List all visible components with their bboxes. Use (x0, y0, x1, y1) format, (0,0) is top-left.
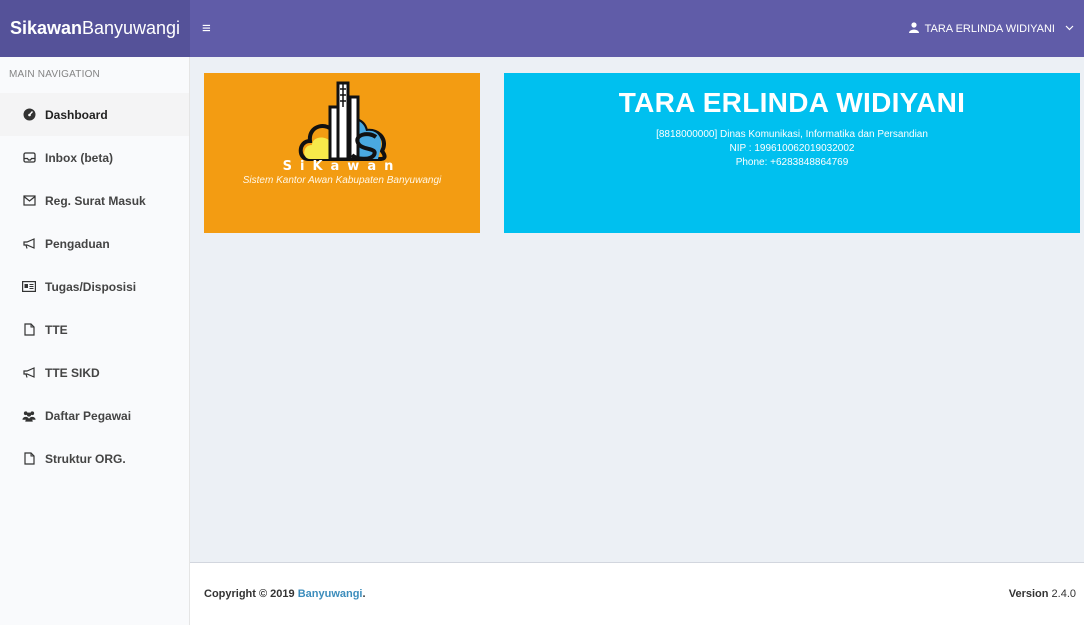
sidebar-item-label: Daftar Pegawai (45, 408, 132, 423)
sidebar-item-tugas-disposisi[interactable]: Tugas/Disposisi (0, 265, 189, 308)
sidebar-item-label: Struktur ORG. (45, 451, 126, 466)
version-info: Version 2.4.0 (1009, 588, 1076, 600)
sidebar-item-label: Dashboard (45, 107, 108, 122)
app-logo-rest: Banyuwangi (81, 18, 181, 38)
app-logo[interactable]: Sikawan Banyuwangi (0, 0, 190, 57)
sidebar-item-pengaduan[interactable]: Pengaduan (0, 222, 189, 265)
copyright-period: . (362, 588, 366, 600)
footer: Copyright © 2019 Banyuwangi. Version 2.4… (190, 562, 1084, 625)
sikawan-logo-box: SiKawan Sistem Kantor Awan Kabupaten Ban… (204, 73, 480, 233)
chevron-down-icon (1065, 23, 1074, 34)
sidebar: MAIN NAVIGATION Dashboard Inbox (beta) R… (0, 57, 190, 625)
sidebar-item-reg-surat-masuk[interactable]: Reg. Surat Masuk (0, 179, 189, 222)
version-label: Version (1008, 588, 1049, 600)
sikawan-logo-subtitle: Sistem Kantor Awan Kabupaten Banyuwangi (242, 175, 442, 186)
profile-name: TARA ERLINDA WIDIYANI (618, 87, 966, 118)
app-logo-bold: Sikawan (9, 18, 82, 38)
profile-box: TARA ERLINDA WIDIYANI [8818000000] Dinas… (504, 73, 1080, 233)
sidebar-item-tte[interactable]: TTE (0, 308, 189, 351)
user-menu[interactable]: TARA ERLINDA WIDIYANI (908, 21, 1074, 36)
copyright: Copyright © 2019 Banyuwangi. (204, 588, 366, 600)
profile-nip: NIP : 199610062019032002 (729, 143, 855, 154)
file-icon (22, 452, 36, 465)
sidebar-item-dashboard[interactable]: Dashboard (0, 93, 189, 136)
sidebar-item-label: Tugas/Disposisi (45, 279, 137, 294)
sidebar-item-label: Inbox (beta) (45, 150, 113, 165)
sidebar-toggle-button[interactable]: ≡ (202, 20, 211, 37)
sidebar-item-struktur-org[interactable]: Struktur ORG. (0, 437, 189, 480)
copyright-link[interactable]: Banyuwangi (298, 588, 363, 600)
envelope-icon (22, 195, 36, 206)
inbox-icon (22, 152, 36, 163)
copyright-text: Copyright © 2019 (204, 588, 295, 600)
profile-unit: [8818000000] Dinas Komunikasi, Informati… (656, 129, 928, 140)
sikawan-logo-icon (298, 81, 387, 161)
sidebar-item-daftar-pegawai[interactable]: Daftar Pegawai (0, 394, 189, 437)
bullhorn-icon (22, 238, 36, 249)
dashboard-icon (22, 108, 36, 121)
sikawan-logo-name: SiKawan (282, 159, 402, 174)
users-icon (22, 410, 36, 422)
nav-header: MAIN NAVIGATION (9, 69, 100, 80)
user-name: TARA ERLINDA WIDIYANI (924, 22, 1055, 35)
sidebar-item-inbox[interactable]: Inbox (beta) (0, 136, 189, 179)
sidebar-item-tte-sikd[interactable]: TTE SIKD (0, 351, 189, 394)
top-navbar: Sikawan Banyuwangi ≡ TARA ERLINDA WIDIYAN… (0, 0, 1084, 57)
user-icon (908, 21, 919, 36)
id-card-icon (22, 281, 36, 292)
profile-phone: Phone: +6283848864769 (735, 157, 849, 168)
bullhorn-icon (22, 367, 36, 378)
main-content: SiKawan Sistem Kantor Awan Kabupaten Ban… (190, 57, 1084, 562)
sidebar-item-label: Pengaduan (45, 236, 110, 251)
sidebar-item-label: TTE SIKD (45, 365, 100, 380)
file-icon (22, 323, 36, 336)
sidebar-item-label: TTE (45, 322, 68, 337)
sidebar-item-label: Reg. Surat Masuk (45, 193, 146, 208)
version-number: 2.4.0 (1051, 588, 1076, 600)
